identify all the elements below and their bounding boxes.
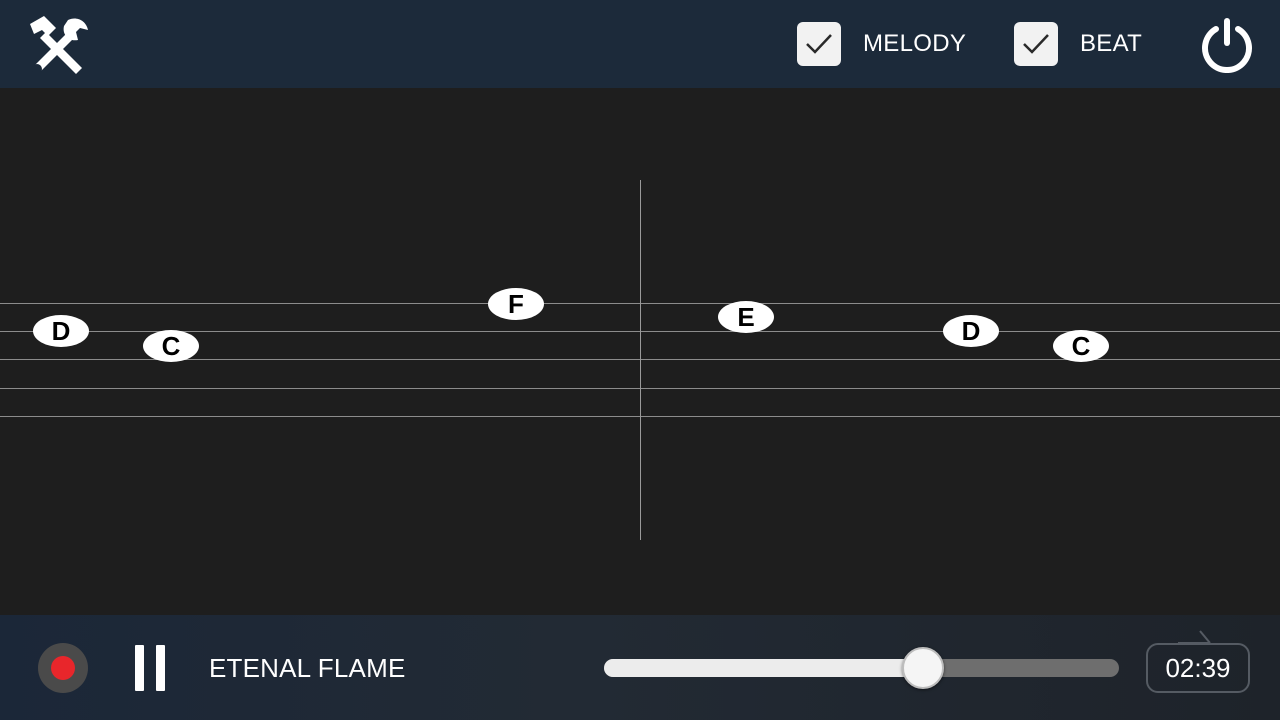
top-bar: MELODY BEAT [0, 0, 1280, 88]
player-bar: ETENAL FLAME 02:39 [0, 615, 1280, 720]
checkmark-icon [806, 34, 832, 54]
melody-toggle[interactable]: MELODY [797, 22, 966, 66]
settings-button[interactable] [24, 12, 94, 76]
slider-fill [604, 659, 924, 677]
note: F [488, 288, 544, 320]
power-button[interactable] [1196, 14, 1258, 76]
pause-button[interactable] [130, 645, 170, 691]
time-display[interactable]: 02:39 [1146, 643, 1250, 693]
record-icon [51, 656, 75, 680]
beat-label: BEAT [1080, 30, 1143, 57]
record-button[interactable] [38, 643, 88, 693]
melody-checkbox[interactable] [797, 22, 841, 66]
melody-label: MELODY [863, 30, 967, 57]
song-title: ETENAL FLAME [209, 653, 406, 683]
note: C [1053, 330, 1109, 362]
slider-thumb[interactable] [902, 647, 945, 689]
power-icon [1202, 18, 1252, 73]
note: E [718, 301, 774, 333]
note: C [143, 330, 199, 362]
progress-slider[interactable] [604, 647, 1119, 689]
beat-toggle[interactable]: BEAT [1014, 22, 1142, 66]
staff-area: D C F E D C [0, 88, 1280, 615]
playhead-line [640, 180, 641, 540]
wrench-hammer-icon [30, 16, 88, 74]
note: D [33, 315, 89, 347]
checkmark-icon [1023, 34, 1049, 54]
beat-checkbox[interactable] [1014, 22, 1058, 66]
note: D [943, 315, 999, 347]
